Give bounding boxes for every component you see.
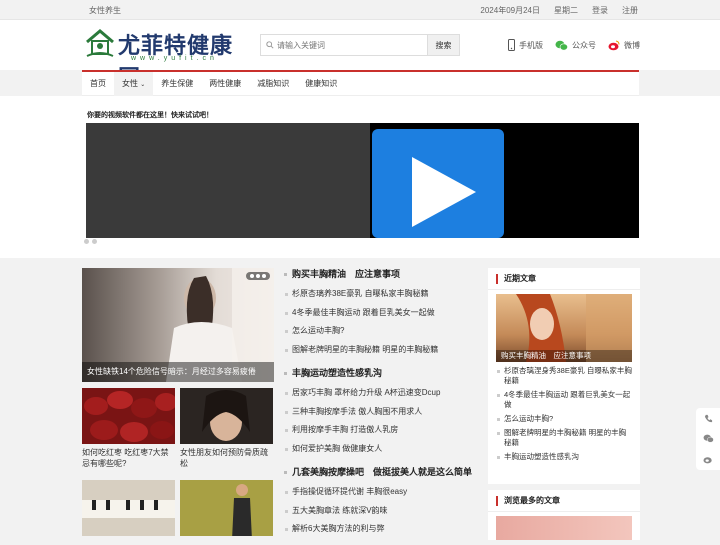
weibo-icon [608,40,620,50]
banner-pager [84,239,97,244]
phone-icon[interactable] [704,414,713,423]
header-links: 手机版 公众号 微博 [508,39,640,51]
widget-title: 近期文章 [488,268,640,290]
list-item[interactable]: 五大美胸章法 练就深V韵味 [284,502,480,521]
tile-osteoporosis-caption[interactable]: 女性朋友如何预防骨质疏松 [180,447,274,469]
list-item[interactable]: 图解老牌明星的丰胸秘籍 明星的丰胸秘籍 [284,341,480,360]
wechat-label: 公众号 [572,40,596,50]
slide-dot[interactable] [262,274,266,278]
section-title[interactable]: 丰胸运动塑造性感乳沟 [284,365,480,381]
section-title[interactable]: 几套美胸按摩操吧 做挺拔美人就是这么简单 [284,464,480,480]
list-item[interactable]: 怎么运动丰胸? [284,322,480,341]
recent-feature-caption: 购买丰胸精油 应注意事项 [496,350,632,362]
nav-item-health-care[interactable]: 养生保健 [153,72,201,96]
list-item[interactable]: 怎么运动丰胸? [496,414,632,424]
video-ad[interactable] [86,123,639,238]
recent-feature-image[interactable]: 购买丰胸精油 应注意事项 [496,294,632,362]
banner-section: 你要的视频软件都在这里！快来试试吧！ [0,96,720,258]
list-item[interactable]: 如何爱护美胸 做健康女人 [284,440,480,459]
left-column: 女性缺铁14个危险信号暗示：月经过多容易疲倦 如何吃红枣 吃红枣7大禁忌有哪些呢… [82,268,274,540]
search-button[interactable]: 搜索 [427,35,459,55]
nav-item-health-knowledge[interactable]: 健康知识 [297,72,345,96]
chevron-down-icon: ⌄ [140,82,146,88]
logo-domain: www.yufit.cn [131,55,218,62]
list-item[interactable]: 杉原杏璃养38E豪乳 自曝私家丰胸秘籍 [284,285,480,304]
slide-dot[interactable] [250,274,254,278]
login-link[interactable]: 登录 [592,5,608,16]
banner-dot[interactable] [92,239,97,244]
popular-feature-image[interactable] [496,516,632,540]
top-right-info: 2024年09月24日 星期二 登录 注册 [480,5,638,16]
wechat-icon[interactable] [703,434,714,444]
banner-dot[interactable] [84,239,89,244]
slide-pager [246,272,270,280]
article-list: 手指操促循环提代谢 丰胸很easy 五大美胸章法 练就深V韵味 解析6大美胸方法… [284,483,480,539]
woman-photo [202,390,250,441]
search-input[interactable] [277,35,427,55]
red-dates-photo [84,391,175,442]
list-item[interactable]: 手指操促循环提代谢 丰胸很easy [284,483,480,502]
piano-photo [82,500,175,518]
recent-articles-widget: 近期文章 购买丰胸精油 应注意事项 杉原杏璃涅身秀38E豪乳 自曝私家丰胸秘籍 … [488,268,640,484]
list-item[interactable]: 解析6大美胸方法的利与弊 [284,520,480,539]
tile-osteoporosis-image[interactable] [180,388,273,444]
tile-dates-image[interactable] [82,388,175,444]
popular-articles-widget: 浏览最多的文章 [488,490,640,540]
mobile-label: 手机版 [519,40,543,50]
top-category-link[interactable]: 女性养生 [89,5,121,16]
mobile-link[interactable]: 手机版 [508,39,543,51]
article-list: 居家巧丰胸 罩杯给力升级 A杯迅速变Dcup 三种丰胸按摩手法 傲人胸围不用求人… [284,384,480,458]
search-box: 搜索 [260,34,460,56]
list-item[interactable]: 居家巧丰胸 罩杯给力升级 A杯迅速变Dcup [284,384,480,403]
phone-icon [508,39,515,51]
list-item[interactable]: 三种丰胸按摩手法 傲人胸围不用求人 [284,403,480,422]
video-ad-left-panel [86,123,370,238]
register-link[interactable]: 注册 [622,5,638,16]
main-nav: 首页 女性 ⌄ 养生保健 两性健康 减脂知识 健康知识 [82,70,639,96]
nav-item-women-label: 女性 [122,79,138,88]
search-icon [266,41,274,49]
tile-fitness-image[interactable] [180,480,273,536]
weibo-icon[interactable] [703,455,713,464]
weibo-link[interactable]: 微博 [608,40,640,51]
house-logo-icon [86,29,114,57]
slide-dot[interactable] [256,274,260,278]
date-text: 2024年09月24日 [480,6,540,15]
list-item[interactable]: 图解老牌明星的丰胸秘籍 明星的丰胸秘籍 [496,428,632,448]
floating-toolbar [696,408,720,470]
site-header: 尤菲特健康网 www.yufit.cn 搜索 手机版 公众号 微博 [0,20,720,90]
feature-caption: 女性缺铁14个危险信号暗示：月经过多容易疲倦 [82,362,274,382]
wechat-link[interactable]: 公众号 [555,40,596,51]
article-list: 杉原杏璃养38E豪乳 自曝私家丰胸秘籍 4冬季最佳丰胸运动 跟着巨乳美女一起做 … [284,285,480,359]
weibo-label: 微博 [624,40,640,50]
nav-item-women[interactable]: 女性 ⌄ [114,72,154,96]
list-item[interactable]: 4冬季最佳丰胸运动 跟着巨乳美女一起做 [284,304,480,323]
wechat-icon [555,40,568,51]
recent-list: 杉原杏璃涅身秀38E豪乳 自曝私家丰胸秘籍 4冬季最佳丰胸运动 跟着巨乳美女一起… [488,362,640,462]
list-item[interactable]: 4冬季最佳丰胸运动 跟着巨乳美女一起做 [496,390,632,410]
list-item[interactable]: 利用按摩手丰胸 打造傲人乳房 [284,421,480,440]
tile-piano-image[interactable] [82,480,175,536]
ad-text[interactable]: 你要的视频软件都在这里！快来试试吧！ [87,110,213,120]
section-title[interactable]: 购买丰胸精油 应注意事项 [284,266,480,282]
nav-item-sexual-health[interactable]: 两性健康 [201,72,249,96]
site-logo[interactable]: 尤菲特健康网 www.yufit.cn [85,28,250,90]
widget-title: 浏览最多的文章 [488,490,640,512]
nav-item-home[interactable]: 首页 [82,72,114,96]
list-item[interactable]: 杉原杏璃涅身秀38E豪乳 自曝私家丰胸秘籍 [496,366,632,386]
nav-item-fat-loss[interactable]: 减脂知识 [249,72,297,96]
list-item[interactable]: 丰胸运动塑造性感乳沟 [496,452,632,462]
top-bar: 女性养生 2024年09月24日 星期二 登录 注册 [0,0,720,20]
feature-slide[interactable]: 女性缺铁14个危险信号暗示：月经过多容易疲倦 [82,268,274,382]
article-column: 购买丰胸精油 应注意事项 杉原杏璃养38E豪乳 自曝私家丰胸秘籍 4冬季最佳丰胸… [284,266,480,545]
video-play-tile [372,129,504,238]
tile-dates-caption[interactable]: 如何吃红枣 吃红枣7大禁忌有哪些呢? [82,447,176,469]
weekday-text: 星期二 [554,6,578,15]
play-icon [412,157,476,227]
fitness-photo [180,480,273,536]
